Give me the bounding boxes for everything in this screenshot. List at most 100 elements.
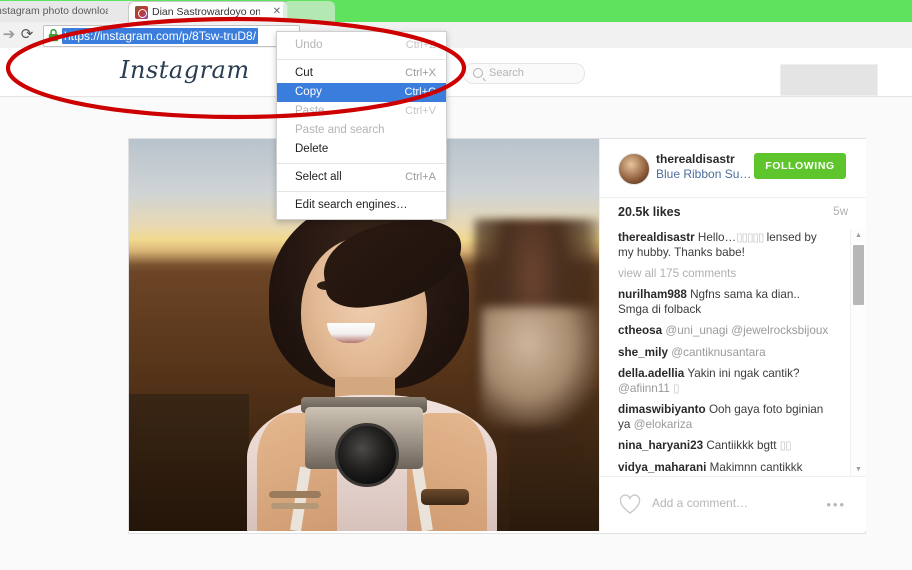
- scrollbar-thumb[interactable]: [853, 245, 864, 305]
- comment-item: nurilham988 Ngfns sama ka dian.. Smga di…: [618, 288, 830, 317]
- browser-tab-2-active[interactable]: Dian Sastrowardoyo on I… ✕: [128, 1, 288, 22]
- address-bar[interactable]: https://instagram.com/p/8Tsw-truD8/: [43, 25, 300, 47]
- menu-item-shortcut: Ctrl+V: [405, 102, 436, 121]
- post-author-header: therealdisastr Blue Ribbon Su… FOLLOWING: [600, 139, 866, 198]
- comment-emoji: ▯▯: [780, 439, 791, 452]
- add-comment-row: Add a comment… •••: [600, 476, 866, 531]
- post-location[interactable]: Blue Ribbon Su…: [656, 167, 751, 181]
- tab-2-favicon: [135, 6, 148, 19]
- comment-username[interactable]: dimaswibiyanto: [618, 403, 706, 416]
- add-comment-input[interactable]: Add a comment…: [652, 496, 748, 510]
- instagram-header: Instagram Search: [0, 48, 912, 97]
- likes-row: 20.5k likes 5w: [600, 197, 866, 229]
- comments-list[interactable]: therealdisastr Hello…▯▯▯▯▯ lensed by my …: [600, 229, 866, 477]
- comment-username[interactable]: nurilham988: [618, 288, 687, 301]
- comment-username[interactable]: ctheosa: [618, 324, 662, 337]
- tab-2-close-icon[interactable]: ✕: [273, 6, 281, 18]
- menu-item-shortcut: Ctrl+C: [405, 83, 436, 102]
- browser-tab-1[interactable]: nstagram photo downloa ✕: [0, 1, 142, 22]
- comment-username[interactable]: she_mily: [618, 346, 668, 359]
- menu-item-label: Select all: [295, 171, 342, 183]
- search-input[interactable]: Search: [463, 63, 585, 84]
- comment-item: ctheosa @uni_unagi @jewelrocksbijoux: [618, 324, 830, 339]
- comment-text: Makimnn cantikkk: [710, 461, 803, 474]
- browser-chrome: nstagram photo downloa ✕ Dian Sastroward…: [0, 0, 912, 48]
- comment-item: she_mily @cantiknusantara: [618, 346, 830, 361]
- menu-separator: [277, 191, 446, 192]
- comment-mention[interactable]: @elokariza: [634, 418, 693, 431]
- menu-item-paste-and-search: Paste and search: [277, 121, 446, 140]
- scroll-down-icon[interactable]: ▼: [851, 463, 866, 477]
- web-page: Instagram Search: [0, 48, 912, 570]
- photo-watch: [421, 489, 469, 505]
- post-age: 5w: [833, 206, 848, 218]
- comment-emoji: ▯: [673, 382, 678, 395]
- menu-item-delete[interactable]: Delete: [277, 140, 446, 159]
- menu-item-label: Delete: [295, 143, 328, 155]
- context-menu[interactable]: UndoCtrl+Z Cut Ctrl+X Copy Ctrl+C Paste Ctrl+V…: [276, 31, 447, 220]
- menu-item-label: Paste and search: [295, 124, 385, 136]
- comment-item: dimaswibiyanto Ooh gaya foto bginian ya …: [618, 403, 830, 432]
- comment-username[interactable]: della.adellia: [618, 367, 684, 380]
- author-username[interactable]: therealdisastr: [656, 152, 735, 166]
- following-button[interactable]: FOLLOWING: [754, 153, 846, 179]
- tab-1-title: nstagram photo downloa: [0, 5, 108, 18]
- menu-item-paste: Paste Ctrl+V: [277, 102, 446, 121]
- comment-mention[interactable]: @cantiknusantara: [671, 346, 765, 359]
- comment-item: vidya_maharani Makimnn cantikkk: [618, 461, 830, 476]
- caption-text-before: Hello…: [698, 231, 736, 244]
- photo-table: [129, 394, 249, 531]
- more-options-icon[interactable]: •••: [826, 497, 846, 512]
- forward-icon[interactable]: ➔: [0, 26, 18, 44]
- menu-item-cut[interactable]: Cut Ctrl+X: [277, 64, 446, 83]
- comment-text: Yakin ini ngak cantik?: [687, 367, 799, 380]
- post-card: therealdisastr Blue Ribbon Su… FOLLOWING…: [128, 138, 866, 534]
- tab-strip: nstagram photo downloa ✕ Dian Sastroward…: [0, 0, 912, 22]
- menu-item-undo: UndoCtrl+Z: [277, 36, 446, 55]
- menu-separator: [277, 59, 446, 60]
- comment-text: Cantiikkk bgtt: [706, 439, 776, 452]
- menu-item-shortcut: Ctrl+A: [405, 168, 436, 187]
- photo-bracelet-1: [269, 491, 321, 498]
- search-placeholder: Search: [489, 66, 524, 81]
- comment-username[interactable]: vidya_maharani: [618, 461, 706, 474]
- menu-item-shortcut: Ctrl+X: [405, 64, 436, 83]
- comment-rows: nurilham988 Ngfns sama ka dian.. Smga di…: [600, 288, 848, 475]
- comment-mention[interactable]: @afiinn11: [618, 382, 670, 395]
- menu-item-edit-search-engines[interactable]: Edit search engines…: [277, 196, 446, 215]
- caption-username[interactable]: therealdisastr: [618, 231, 695, 244]
- lock-icon: [48, 29, 59, 42]
- comment-mention[interactable]: @uni_unagi @jewelrocksbijoux: [665, 324, 828, 337]
- tab-2-title: Dian Sastrowardoyo on I…: [152, 6, 260, 19]
- menu-item-label: Paste: [295, 105, 324, 117]
- menu-item-label: Cut: [295, 67, 313, 79]
- menu-item-label: Undo: [295, 39, 323, 51]
- caption-emoji: ▯▯▯▯▯: [736, 231, 763, 244]
- browser-tab-3[interactable]: [283, 1, 335, 22]
- reload-icon[interactable]: ⟳: [18, 26, 36, 44]
- photo-bracelet-2: [271, 503, 319, 509]
- browser-toolbar: ➔ ⟳ https://instagram.com/p/8Tsw-truD8/: [0, 22, 912, 49]
- view-all-comments-link[interactable]: view all 175 comments: [618, 267, 848, 280]
- post-caption: therealdisastr Hello…▯▯▯▯▯ lensed by my …: [618, 231, 830, 260]
- comments-scrollbar[interactable]: ▲ ▼: [850, 229, 866, 477]
- header-placeholder-block: [780, 64, 878, 96]
- search-icon: [473, 68, 483, 78]
- heart-icon[interactable]: [618, 493, 642, 515]
- avatar[interactable]: [618, 153, 650, 185]
- menu-item-label: Copy: [295, 86, 322, 98]
- comment-item: nina_haryani23 Cantiikkk bgtt ▯▯: [618, 439, 830, 454]
- photo-camera-lens: [335, 423, 399, 487]
- likes-count[interactable]: 20.5k likes: [618, 205, 681, 219]
- scroll-up-icon[interactable]: ▲: [851, 229, 866, 243]
- menu-item-label: Edit search engines…: [295, 199, 408, 211]
- menu-item-select-all[interactable]: Select all Ctrl+A: [277, 168, 446, 187]
- comment-username[interactable]: nina_haryani23: [618, 439, 703, 452]
- post-sidebar: therealdisastr Blue Ribbon Su… FOLLOWING…: [599, 139, 866, 531]
- instagram-logo[interactable]: Instagram: [120, 56, 250, 84]
- menu-item-copy[interactable]: Copy Ctrl+C: [277, 83, 446, 102]
- comment-item: della.adellia Yakin ini ngak cantik? @af…: [618, 367, 830, 396]
- address-bar-url[interactable]: https://instagram.com/p/8Tsw-truD8/: [62, 28, 258, 44]
- photo-subject-woman: [239, 199, 499, 531]
- menu-separator: [277, 163, 446, 164]
